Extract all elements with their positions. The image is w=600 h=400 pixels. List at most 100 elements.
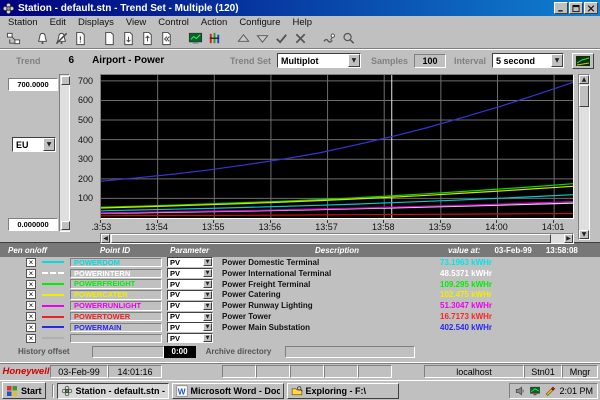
menu-item-configure[interactable]: Configure (233, 17, 286, 28)
menu-item-view[interactable]: View (120, 17, 152, 28)
chevron-down-icon[interactable]: ▼ (551, 54, 563, 67)
pen-checkbox[interactable]: × (26, 280, 36, 289)
pen-checkbox[interactable]: × (26, 269, 36, 278)
chevron-down-icon[interactable]: ▼ (203, 291, 212, 299)
pen-color-sample (42, 261, 64, 263)
menu-item-displays[interactable]: Displays (72, 17, 120, 28)
scroll-left-icon[interactable]: ◀ (101, 234, 110, 243)
taskbar-task-button[interactable]: Exploring - F:\ (287, 383, 399, 399)
parameter-select[interactable]: PV▼ (167, 290, 213, 300)
explorer-icon (291, 385, 303, 397)
pen-checkbox[interactable]: × (26, 301, 36, 310)
raise-icon[interactable] (234, 30, 253, 47)
parameter-select[interactable]: PV▼ (167, 301, 213, 311)
point-id-field[interactable]: POWERDOM (70, 258, 162, 268)
title-bar[interactable]: Station - default.stn - Trend Set - Mult… (0, 0, 600, 16)
scroll-down-icon[interactable]: ▼ (579, 230, 589, 239)
point-id-field[interactable] (70, 334, 162, 344)
zoom-icon[interactable] (339, 30, 358, 47)
cancel-icon[interactable] (291, 30, 310, 47)
alarm-page-icon[interactable]: ! (71, 30, 90, 47)
horizontal-scrollbar[interactable]: ◀ ▶ (100, 233, 574, 244)
eu-select[interactable]: EU ▼ (12, 137, 56, 152)
pen-checkbox[interactable]: × (26, 290, 36, 299)
trend-title: Airport - Power (92, 55, 164, 66)
accept-icon[interactable] (272, 30, 291, 47)
chevron-down-icon[interactable]: ▼ (203, 323, 212, 331)
parameter-select[interactable]: PV▼ (167, 279, 213, 289)
menu-item-control[interactable]: Control (152, 17, 195, 28)
vertical-scrollbar[interactable]: ▲ ▼ (578, 74, 590, 240)
range-slider-thumb-bottom[interactable] (61, 221, 70, 230)
taskbar-task-button[interactable]: WMicrosoft Word - Document5 (172, 383, 284, 399)
menu-item-edit[interactable]: Edit (44, 17, 72, 28)
point-id-field[interactable]: POWERCATER (70, 290, 162, 300)
trend-plot[interactable] (100, 74, 574, 219)
taskbar: Start Station - default.stn -...WMicroso… (0, 380, 600, 400)
scroll-up-icon[interactable]: ▲ (579, 75, 589, 84)
range-max-field[interactable]: 700.0000 (8, 78, 58, 91)
speaker-icon[interactable] (514, 385, 526, 397)
header-description: Description (232, 246, 442, 255)
close-icon[interactable] (584, 2, 598, 14)
table-row: ×POWERFREIGHTPV▼Power Freight Terminal10… (0, 279, 600, 290)
alarm-bell-icon[interactable] (33, 30, 52, 47)
chevron-down-icon[interactable]: ▼ (203, 258, 212, 266)
minimize-icon[interactable] (554, 2, 568, 14)
station-icon[interactable] (4, 30, 23, 47)
point-id-field[interactable]: POWERRUNLIGHT (70, 301, 162, 311)
alarm-silence-icon[interactable] (52, 30, 71, 47)
table-row: ×POWERRUNLIGHTPV▼Power Runway Lighting51… (0, 300, 600, 311)
trend-set-select[interactable]: Multiplot ▼ (277, 53, 361, 68)
horizontal-scroll-thumb[interactable] (111, 234, 551, 243)
point-id-field[interactable]: POWERTOWER (70, 312, 162, 322)
interval-select[interactable]: 5 second ▼ (492, 53, 564, 68)
tray-pen-icon[interactable] (544, 385, 556, 397)
scroll-right-icon[interactable]: ▶ (564, 234, 573, 243)
archive-directory-input[interactable] (285, 346, 415, 358)
page-up-icon[interactable] (138, 30, 157, 47)
header-point-id: Point ID (60, 246, 170, 255)
vertical-scroll-thumb[interactable] (579, 85, 589, 107)
pen-checkbox[interactable]: × (26, 312, 36, 321)
chevron-down-icon[interactable]: ▼ (203, 280, 212, 288)
pen-checkbox[interactable]: × (26, 323, 36, 332)
pen-checkbox[interactable]: × (26, 334, 36, 343)
maximize-icon[interactable] (569, 2, 583, 14)
samples-value: 100 (414, 54, 446, 68)
lower-icon[interactable] (253, 30, 272, 47)
trend-pens-icon[interactable] (205, 30, 224, 47)
parameter-select[interactable]: PV▼ (167, 333, 213, 343)
display-icon[interactable] (186, 30, 205, 47)
start-button[interactable]: Start (2, 382, 46, 399)
status-empty-cell (256, 365, 290, 378)
parameter-select[interactable]: PV▼ (167, 268, 213, 278)
y-axis-tick-label: 200 (78, 174, 93, 184)
menu-item-station[interactable]: Station (2, 17, 44, 28)
pen-checkbox[interactable]: × (26, 258, 36, 267)
point-id-field[interactable]: POWERINTERN (70, 269, 162, 279)
point-id-field[interactable]: POWERMAIN (70, 323, 162, 333)
chevron-down-icon[interactable]: ▼ (203, 313, 212, 321)
taskbar-task-button[interactable]: Station - default.stn -... (57, 383, 169, 399)
menu-item-help[interactable]: Help (287, 17, 319, 28)
menu-item-action[interactable]: Action (195, 17, 233, 28)
status-time: 14:01:16 (108, 365, 162, 378)
point-id-field[interactable]: POWERFREIGHT (70, 279, 162, 289)
range-min-field[interactable]: 0.000000 (8, 218, 58, 231)
parameter-select[interactable]: PV▼ (167, 322, 213, 332)
parameter-select[interactable]: PV▼ (167, 257, 213, 267)
chevron-down-icon[interactable]: ▼ (43, 138, 55, 151)
chevron-down-icon[interactable]: ▼ (348, 54, 360, 67)
manual-entry-icon[interactable] (320, 30, 339, 47)
history-offset-input[interactable] (92, 346, 164, 358)
chevron-down-icon[interactable]: ▼ (203, 269, 212, 277)
parameter-select[interactable]: PV▼ (167, 312, 213, 322)
tray-station-icon[interactable] (529, 385, 541, 397)
page-down-icon[interactable] (119, 30, 138, 47)
chevron-down-icon[interactable]: ▼ (203, 302, 212, 310)
page-icon[interactable] (100, 30, 119, 47)
page-repeat-icon[interactable] (157, 30, 176, 47)
trend-config-button[interactable] (572, 53, 594, 69)
chevron-down-icon[interactable]: ▼ (203, 334, 212, 342)
